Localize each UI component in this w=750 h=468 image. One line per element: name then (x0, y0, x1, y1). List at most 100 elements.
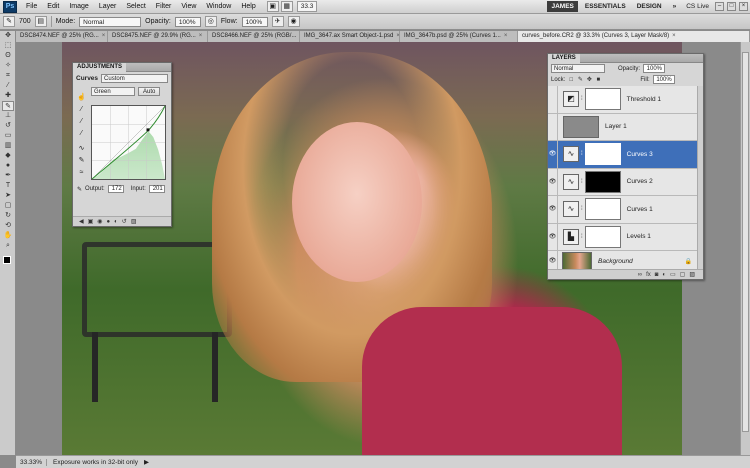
clone-stamp-tool-icon[interactable]: ⊥ (2, 111, 14, 121)
tab-close-icon[interactable]: × (672, 33, 676, 39)
pen-tool-icon[interactable]: ✒ (2, 171, 14, 181)
auto-button[interactable]: Auto (138, 87, 161, 96)
opacity-field[interactable]: 100% (174, 16, 201, 27)
pressure-size-icon[interactable]: ◉ (287, 16, 300, 27)
eye-icon[interactable]: 👁 (548, 196, 558, 223)
path-selection-tool-icon[interactable]: ➤ (2, 191, 14, 201)
brush-tool-preset-icon[interactable]: ✎ (3, 16, 15, 27)
layer-opacity-field[interactable]: 100% (643, 64, 666, 73)
layer-curves-1[interactable]: 👁 ∿ ⁞ Curves 1 (548, 196, 698, 224)
visibility-toggle[interactable] (548, 86, 558, 113)
layer-curves-3[interactable]: 👁 ∿ ⁞ Curves 3 (548, 141, 698, 169)
menu-layer[interactable]: Layer (94, 3, 122, 10)
layer-mask-thumbnail[interactable] (584, 198, 621, 221)
lock-position-icon[interactable]: ✥ (586, 76, 592, 83)
tab-close-icon[interactable]: × (504, 33, 508, 39)
zoom-tool-icon[interactable]: ⌕ (2, 241, 14, 251)
edit-points-icon[interactable]: ∿ (77, 144, 86, 153)
eye-icon[interactable]: 👁 (548, 223, 558, 250)
minimize-icon[interactable]: – (715, 2, 724, 11)
delete-adjustment-icon[interactable]: ▨ (131, 218, 137, 225)
mini-bridge-icon[interactable]: ▦ (280, 1, 293, 12)
status-zoom[interactable]: 33.33% (20, 458, 48, 466)
eyedropper-sample-icon[interactable]: ✎ (77, 186, 82, 193)
airbrush-icon[interactable]: ✈ (271, 16, 284, 27)
reset-icon[interactable]: ↺ (122, 218, 127, 225)
workspace-james[interactable]: JAMES (547, 1, 578, 12)
view-previous-icon[interactable]: ◐ (114, 219, 118, 225)
brush-tool-icon[interactable]: ✎ (2, 101, 14, 111)
menu-view[interactable]: View (176, 3, 201, 10)
layer-layer-1[interactable]: Layer 1 (548, 113, 698, 141)
layer-threshold-1[interactable]: ◩ ⁞ Threshold 1 (548, 86, 698, 114)
layer-levels-1[interactable]: 👁 ▙ ⁞ Levels 1 (548, 223, 698, 251)
flow-field[interactable]: 100% (241, 16, 268, 27)
blur-tool-icon[interactable]: ◆ (2, 151, 14, 161)
eye-icon[interactable]: 👁 (548, 251, 558, 271)
layer-mask-thumbnail[interactable] (584, 225, 621, 248)
new-adjustment-icon[interactable]: ◐ (662, 272, 666, 278)
tab-close-icon[interactable]: × (102, 33, 106, 39)
workspace-design[interactable]: DESIGN (633, 1, 666, 12)
smooth-icon[interactable]: ≈ (77, 168, 86, 177)
lock-transparent-icon[interactable]: □ (568, 77, 574, 83)
toggle-visibility-icon[interactable]: ● (107, 219, 111, 225)
gradient-tool-icon[interactable]: ▥ (2, 141, 14, 151)
foreground-color-swatch[interactable] (3, 256, 11, 264)
canvas-vertical-scrollbar[interactable] (740, 42, 750, 455)
layer-mask-thumbnail[interactable] (584, 170, 621, 193)
menu-filter[interactable]: Filter (151, 3, 177, 10)
gray-point-eyedropper-icon[interactable]: ⁄ (77, 117, 86, 126)
input-field[interactable]: 201 (148, 185, 165, 193)
hand-tool-icon[interactable]: ✋ (2, 231, 14, 241)
dodge-tool-icon[interactable]: ● (2, 161, 14, 171)
workspace-more-icon[interactable]: » (669, 1, 681, 12)
layers-scrollbar[interactable] (697, 86, 703, 271)
workspace-essentials[interactable]: ESSENTIALS (581, 1, 630, 12)
preset-select[interactable]: Custom (101, 74, 168, 83)
mask-link-icon[interactable]: ⁞ (581, 96, 583, 102)
output-field[interactable]: 172 (107, 185, 124, 193)
eraser-tool-icon[interactable]: ▭ (2, 131, 14, 141)
3d-rotate-tool-icon[interactable]: ↻ (2, 211, 14, 221)
crop-tool-icon[interactable]: ⌗ (2, 71, 14, 81)
layers-tab[interactable]: LAYERS (548, 54, 580, 63)
brush-size[interactable]: 700 (19, 18, 31, 25)
add-mask-icon[interactable]: ◙ (655, 272, 659, 278)
shape-tool-icon[interactable]: ▢ (2, 201, 14, 211)
tab-dsc8475[interactable]: DSC8475.NEF @ 29.9% (RG... × (108, 31, 208, 42)
mask-link-icon[interactable]: ⁞ (581, 179, 583, 185)
brush-panel-icon[interactable]: ▤ (34, 16, 47, 27)
layer-mask-thumbnail[interactable] (584, 88, 621, 111)
mask-link-icon[interactable]: ⁞ (581, 206, 583, 212)
link-layers-icon[interactable]: ∞ (638, 272, 642, 278)
zoom-level-field[interactable]: 33.3 (296, 1, 318, 12)
scrollbar-thumb[interactable] (742, 52, 749, 432)
marquee-tool-icon[interactable]: ⬚ (2, 41, 14, 51)
menu-select[interactable]: Select (121, 3, 150, 10)
move-tool-icon[interactable]: ✥ (2, 31, 14, 41)
eyedropper-tool-icon[interactable]: ⁄ (2, 81, 14, 91)
tab-close-icon[interactable]: × (199, 33, 203, 39)
menu-file[interactable]: File (21, 3, 42, 10)
bridge-icon[interactable]: ▣ (266, 1, 279, 12)
tab-img3647-smart[interactable]: IMG_3647.ax Smart Object-1.psd × (300, 31, 400, 42)
3d-orbit-tool-icon[interactable]: ⟲ (2, 221, 14, 231)
fill-field[interactable]: 100% (652, 75, 675, 84)
return-to-list-icon[interactable]: ◀ (79, 218, 84, 225)
layers-panel-header[interactable]: LAYERS (548, 54, 703, 63)
expand-view-icon[interactable]: ▣ (88, 218, 94, 225)
menu-image[interactable]: Image (64, 3, 93, 10)
visibility-toggle[interactable] (548, 113, 558, 140)
lock-image-icon[interactable]: ✎ (577, 76, 583, 83)
black-point-eyedropper-icon[interactable]: ⁄ (77, 105, 86, 114)
layer-style-icon[interactable]: fx (646, 272, 651, 278)
adjustments-panel-header[interactable]: ADJUSTMENTS (73, 63, 171, 72)
type-tool-icon[interactable]: T (2, 181, 14, 191)
layer-background[interactable]: 👁 Background 🔒 (548, 251, 698, 271)
mode-select[interactable]: Normal (79, 16, 142, 27)
new-layer-icon[interactable]: ▢ (680, 271, 686, 278)
mask-link-icon[interactable]: ⁞ (581, 151, 583, 157)
mask-link-icon[interactable]: ⁞ (581, 234, 583, 240)
menu-window[interactable]: Window (201, 3, 236, 10)
